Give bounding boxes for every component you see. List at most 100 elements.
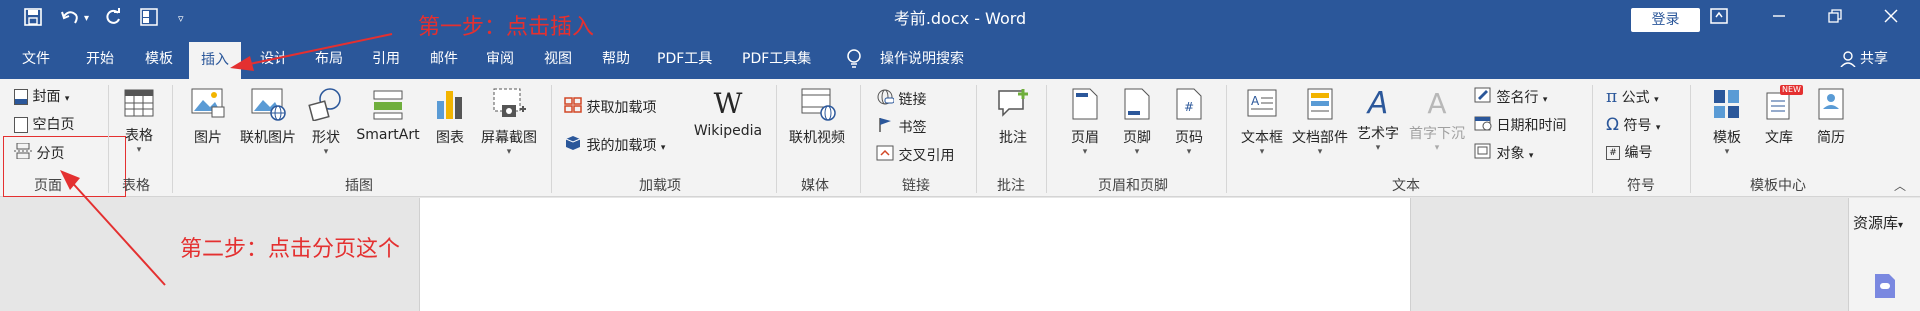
cross-reference-button[interactable]: 交叉引用	[876, 145, 954, 167]
collapse-ribbon-icon[interactable]: ︿	[1894, 177, 1906, 194]
restore-icon[interactable]	[1823, 8, 1847, 30]
picture-icon	[186, 87, 230, 125]
blank-page-icon	[14, 117, 28, 133]
tab-mailings[interactable]: 邮件	[430, 48, 458, 70]
tab-pdf-toolset[interactable]: PDF工具集	[742, 48, 811, 70]
get-addins-button[interactable]: 获取加载项	[564, 97, 656, 119]
tab-view[interactable]: 视图	[544, 48, 572, 70]
customize-qat-icon[interactable]: ▿	[178, 8, 184, 30]
resource-library-button[interactable]: 资源库▾	[1853, 212, 1903, 233]
header-icon	[1064, 87, 1106, 125]
bookmark-button[interactable]: 书签	[876, 117, 926, 139]
tab-file[interactable]: 文件	[22, 48, 50, 70]
document-page[interactable]	[419, 198, 1411, 311]
redo-icon[interactable]	[104, 8, 122, 32]
undo-dropdown-icon[interactable]: ▾	[84, 8, 89, 30]
tab-review[interactable]: 审阅	[486, 48, 514, 70]
cover-page-button[interactable]: 封面 ▾	[14, 87, 69, 109]
blank-page-button[interactable]: 空白页	[14, 115, 74, 135]
object-button[interactable]: 对象 ▾	[1474, 143, 1533, 166]
svg-text:#: #	[1184, 100, 1194, 114]
share-button[interactable]: 共享	[1860, 48, 1888, 70]
touch-mode-icon[interactable]	[140, 8, 158, 32]
equation-button[interactable]: π 公式 ▾	[1606, 87, 1659, 110]
title-bar: ▾ ▿ 考前.docx - Word 登录 第一步：点击插入	[0, 0, 1920, 40]
undo-icon[interactable]	[60, 8, 80, 32]
online-picture-button[interactable]: 联机图片	[236, 87, 300, 147]
symbol-button[interactable]: Ω 符号 ▾	[1606, 115, 1660, 138]
omega-icon: Ω	[1606, 115, 1619, 135]
smartart-button[interactable]: SmartArt	[352, 87, 424, 143]
ribbon-tab-bar: 文件 开始 模板 插入 设计 布局 引用 邮件 审阅 视图 帮助 PDF工具 P…	[0, 39, 1920, 79]
tab-pdf-tools[interactable]: PDF工具	[657, 48, 712, 70]
online-video-button[interactable]: 联机视频	[784, 87, 850, 147]
shapes-button[interactable]: 形状 ▾	[306, 87, 346, 157]
pi-icon: π	[1606, 87, 1618, 107]
screenshot-button[interactable]: 屏幕截图 ▾	[476, 87, 542, 157]
group-label-comments: 批注	[997, 178, 1025, 194]
tab-help[interactable]: 帮助	[602, 48, 630, 70]
tab-references[interactable]: 引用	[372, 48, 400, 70]
quick-parts-icon	[1290, 87, 1350, 125]
smartart-icon	[352, 87, 424, 125]
group-separator	[1690, 85, 1691, 193]
dropcap-icon: A	[1427, 87, 1447, 120]
tab-home[interactable]: 开始	[86, 48, 114, 70]
online-picture-icon	[236, 87, 300, 125]
group-separator	[1226, 85, 1227, 193]
signature-icon	[1474, 87, 1492, 109]
annotation-step1: 第一步：点击插入	[418, 15, 595, 40]
group-label-tables: 表格	[122, 178, 150, 194]
new-badge: NEW	[1780, 85, 1803, 95]
save-icon[interactable]	[24, 8, 42, 32]
ribbon-insert: 封面 ▾ 空白页 分页 页面 表格 ▾ 表格 图片 联机图片 形状 ▾ Smar…	[0, 79, 1920, 197]
header-button[interactable]: 页眉 ▾	[1064, 87, 1106, 157]
wikipedia-button[interactable]: W Wikipedia	[688, 87, 768, 139]
signature-line-button[interactable]: 签名行 ▾	[1474, 87, 1547, 110]
comment-button[interactable]: 批注	[988, 87, 1038, 147]
cover-page-icon	[14, 89, 28, 105]
group-separator	[108, 85, 109, 193]
group-label-illustrations: 插图	[345, 178, 373, 194]
document-area: 资源库▾ 第二步：点击分页这个	[0, 198, 1920, 311]
group-label-template-center: 模板中心	[1750, 178, 1806, 194]
tell-me-search[interactable]: 操作说明搜索	[880, 48, 964, 70]
tab-layout[interactable]: 布局	[315, 48, 343, 70]
template-button[interactable]: 模板 ▾	[1706, 87, 1748, 157]
my-addins-button[interactable]: 我的加载项 ▾	[564, 135, 665, 158]
lightbulb-icon	[846, 49, 862, 73]
person-icon	[1840, 51, 1856, 71]
group-separator	[776, 85, 777, 193]
ribbon-display-options-icon[interactable]	[1707, 8, 1731, 30]
word-window: ▾ ▿ 考前.docx - Word 登录 第一步：点击插入 文件 开始 模板 …	[0, 0, 1920, 311]
shapes-icon	[306, 87, 346, 125]
picture-button[interactable]: 图片	[186, 87, 230, 147]
wordart-icon: A	[1367, 86, 1389, 121]
footer-button[interactable]: 页脚 ▾	[1116, 87, 1158, 157]
chart-button[interactable]: 图表	[430, 87, 470, 147]
numbering-button[interactable]: # 编号	[1606, 143, 1652, 163]
link-button[interactable]: 链接	[876, 89, 926, 111]
quick-parts-button[interactable]: 文档部件 ▾	[1290, 87, 1350, 157]
online-video-icon	[784, 87, 850, 125]
date-time-button[interactable]: 日期和时间	[1474, 115, 1566, 137]
textbox-button[interactable]: A 文本框 ▾	[1238, 87, 1286, 157]
group-label-header-footer: 页眉和页脚	[1098, 178, 1168, 194]
document-title: 考前.docx - Word	[893, 9, 1027, 28]
wordart-button[interactable]: A 艺术字 ▾	[1352, 86, 1404, 154]
tab-design[interactable]: 设计	[260, 48, 288, 70]
dropcap-button: A 首字下沉 ▾	[1406, 87, 1468, 153]
library-button[interactable]: NEW 文库	[1758, 85, 1803, 147]
table-button[interactable]: 表格 ▾	[118, 87, 160, 155]
tab-insert[interactable]: 插入	[189, 42, 241, 79]
close-icon[interactable]	[1879, 8, 1903, 30]
login-button[interactable]: 登录	[1631, 8, 1700, 32]
minimize-icon[interactable]	[1767, 8, 1791, 30]
page-number-button[interactable]: # 页码 ▾	[1168, 87, 1210, 157]
my-addins-icon	[564, 135, 582, 157]
tab-templates[interactable]: 模板	[145, 48, 173, 70]
library-icon: NEW	[1758, 85, 1803, 125]
resume-button[interactable]: 简历	[1810, 87, 1852, 147]
document-icon[interactable]	[1873, 272, 1897, 304]
group-label-media: 媒体	[801, 178, 829, 194]
